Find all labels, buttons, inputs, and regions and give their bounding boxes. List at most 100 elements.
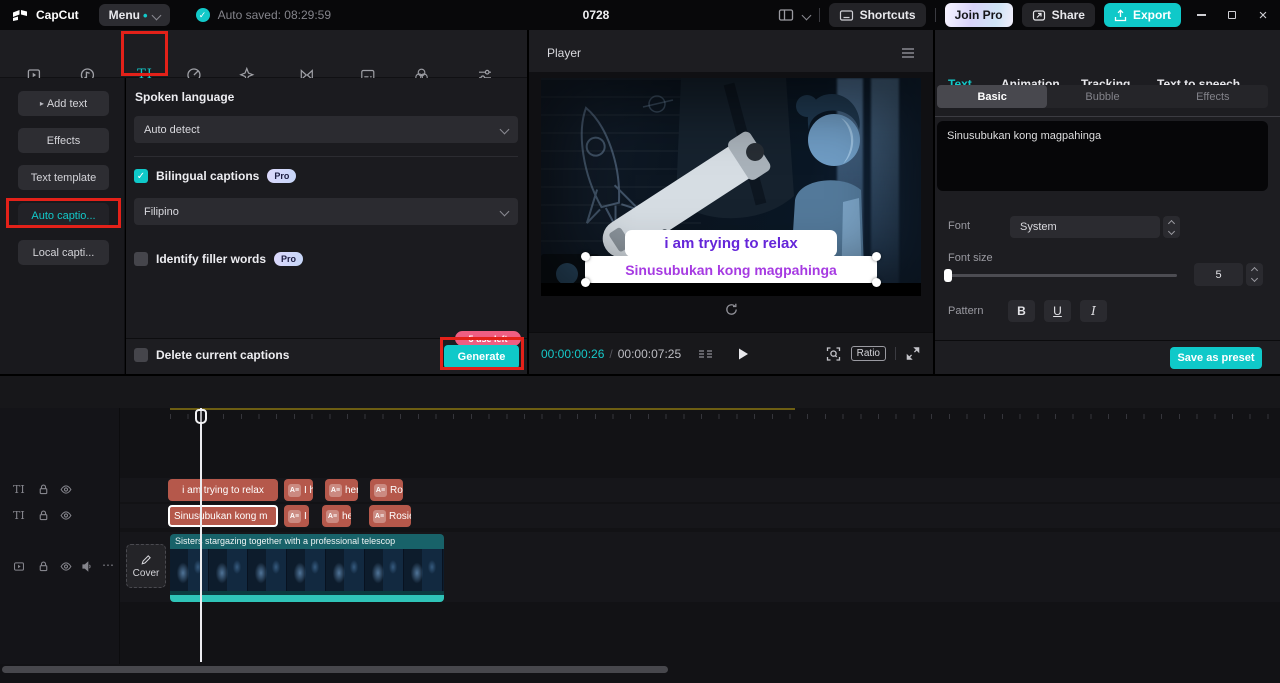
ratio-button[interactable]: Ratio xyxy=(850,346,886,361)
filler-words-checkbox[interactable] xyxy=(134,252,148,266)
bold-glyph: B xyxy=(1017,304,1026,318)
subtab-basic[interactable]: Basic xyxy=(937,85,1048,108)
app-title: CapCut xyxy=(36,8,79,22)
caption-clip-selected[interactable]: Sinusubukan kong m xyxy=(168,505,278,527)
divider xyxy=(934,8,936,22)
sidebar-label: Effects xyxy=(46,134,81,147)
titlebar-right: Shortcuts Join Pro Share Export × xyxy=(778,3,1280,27)
video-clip-title-bar: Sisters stargazing together with a profe… xyxy=(170,534,444,549)
caption-clip[interactable]: i am trying to relax xyxy=(168,479,278,501)
caption-text-filipino: Sinusubukan kong magpahinga xyxy=(625,261,837,278)
capcut-logo xyxy=(12,9,28,22)
export-button[interactable]: Export xyxy=(1103,3,1181,27)
clip-label: he xyxy=(342,510,351,522)
frame-list-icon[interactable] xyxy=(697,347,714,361)
eye-icon[interactable] xyxy=(59,483,73,496)
letterbox-bottom xyxy=(541,283,921,296)
delete-captions-checkbox[interactable] xyxy=(134,348,148,362)
rotate-view-icon[interactable] xyxy=(724,302,739,317)
sidebar-label: Add text xyxy=(46,97,88,110)
bold-button[interactable]: B xyxy=(1008,300,1035,322)
pro-badge: Pro xyxy=(267,169,297,183)
font-value: System xyxy=(1020,221,1057,233)
divider xyxy=(895,347,896,360)
font-size-value[interactable]: 5 xyxy=(1194,263,1243,286)
save-preset-button[interactable]: Save as preset xyxy=(1170,347,1262,369)
expander-icon: ▸ xyxy=(39,99,44,108)
ruler-ticks[interactable] xyxy=(170,414,1275,419)
join-pro-button[interactable]: Join Pro xyxy=(944,3,1013,27)
caption-clip[interactable]: A≡ I h xyxy=(284,479,313,501)
video-clip[interactable]: Sisters stargazing together with a profe… xyxy=(170,534,444,602)
shortcuts-label: Shortcuts xyxy=(859,8,916,22)
font-stepper[interactable] xyxy=(1163,216,1180,238)
selection-handle[interactable] xyxy=(581,278,590,287)
clip-label: her n xyxy=(345,484,358,496)
bilingual-checkbox[interactable]: ✓ xyxy=(134,169,148,183)
style-segmented-control: Basic Bubble Effects xyxy=(937,85,1268,108)
render-range-bar xyxy=(170,408,795,410)
caption-clip[interactable]: A≡her n xyxy=(325,479,358,501)
fullscreen-icon[interactable] xyxy=(905,346,921,361)
bilingual-language-dropdown[interactable]: Filipino xyxy=(134,198,518,225)
lock-icon[interactable] xyxy=(37,560,50,573)
time-separator: / xyxy=(609,346,613,361)
play-button[interactable] xyxy=(736,347,750,361)
shortcuts-button[interactable]: Shortcuts xyxy=(828,3,926,27)
selection-handle[interactable] xyxy=(872,278,881,287)
subtab-bubble[interactable]: Bubble xyxy=(1047,85,1157,108)
playhead-head[interactable] xyxy=(195,409,207,424)
subtab-effects[interactable]: Effects xyxy=(1158,85,1268,108)
font-size-stepper[interactable] xyxy=(1246,263,1263,286)
share-button[interactable]: Share xyxy=(1021,3,1095,27)
font-dropdown[interactable]: System xyxy=(1010,216,1160,238)
sidebar-item-local-captions[interactable]: Local capti... xyxy=(18,240,109,265)
font-size-slider-thumb[interactable] xyxy=(944,269,952,282)
more-options-icon[interactable]: ⋯ xyxy=(102,558,114,572)
caption-line-filipino[interactable]: Sinusubukan kong magpahinga xyxy=(585,256,877,283)
underline-button[interactable]: U xyxy=(1044,300,1071,322)
timeline-scrollbar[interactable] xyxy=(2,666,668,673)
sidebar-item-add-text[interactable]: ▸ Add text xyxy=(18,91,109,116)
player-controls: 00:00:00:26 / 00:00:07:25 Ratio xyxy=(529,332,933,374)
eye-icon[interactable] xyxy=(59,509,73,522)
caption-clip[interactable]: A≡ I xyxy=(284,505,309,527)
caption-clip[interactable]: A≡ he xyxy=(322,505,351,527)
lock-icon[interactable] xyxy=(37,483,50,496)
preview-focus-icon[interactable] xyxy=(825,346,842,362)
close-button[interactable]: × xyxy=(1252,4,1274,26)
player-menu-icon[interactable] xyxy=(900,46,916,60)
caption-clip[interactable]: A≡Rosie xyxy=(369,505,411,527)
cover-button[interactable]: Cover xyxy=(126,544,166,588)
sidebar-item-text-template[interactable]: Text template xyxy=(18,165,109,190)
caption-text-editor[interactable]: Sinusubukan kong magpahinga xyxy=(937,121,1268,191)
join-pro-label: Join Pro xyxy=(954,8,1003,22)
mute-icon[interactable] xyxy=(80,560,94,573)
selection-handle[interactable] xyxy=(581,252,590,261)
minimize-button[interactable] xyxy=(1190,4,1212,26)
layout-icon[interactable] xyxy=(778,8,794,22)
video-frame[interactable]: i am trying to relax Sinusubukan kong ma… xyxy=(541,78,921,296)
player-panel: Player i am trying to relax Sinusubukan … xyxy=(529,30,933,374)
video-track-icon xyxy=(12,560,26,573)
caption-line-english[interactable]: i am trying to relax xyxy=(625,230,837,257)
autosave-check-icon: ✓ xyxy=(195,8,210,22)
timeline-area: 00:00 00:05 00:10 00:15 00:20 00:25 00:3… xyxy=(0,408,1280,683)
lock-icon[interactable] xyxy=(37,509,50,522)
selection-handle[interactable] xyxy=(872,252,881,261)
eye-icon[interactable] xyxy=(59,560,73,573)
sidebar-item-effects[interactable]: Effects xyxy=(18,128,109,153)
inspector-panel: Text Animation Tracking Text to speech B… xyxy=(935,30,1280,374)
italic-button[interactable]: I xyxy=(1080,300,1107,322)
menu-button[interactable]: Menu • xyxy=(98,4,170,26)
caption-clip[interactable]: A≡ Ro xyxy=(370,479,403,501)
maximize-button[interactable] xyxy=(1221,4,1243,26)
text-track-icon: TI xyxy=(13,483,25,496)
spoken-language-dropdown[interactable]: Auto detect xyxy=(134,116,518,143)
font-size-slider[interactable] xyxy=(945,274,1177,277)
video-area: i am trying to relax Sinusubukan kong ma… xyxy=(529,72,933,332)
layout-chevron-icon[interactable] xyxy=(801,10,812,20)
playhead-line[interactable] xyxy=(200,408,202,662)
chevron-down-icon xyxy=(499,124,510,135)
delete-captions-row: Delete current captions xyxy=(134,348,289,362)
